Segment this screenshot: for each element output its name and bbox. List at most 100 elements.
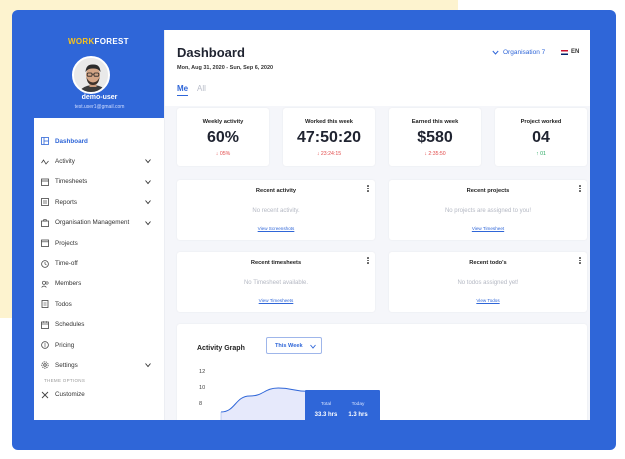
tooltip-total: Total 33.3 hrs	[311, 402, 341, 418]
sidebar-item-activity[interactable]: Activity	[34, 151, 164, 171]
date-range[interactable]: Mon, Aug 31, 2020 - Sun, Sep 6, 2020	[177, 65, 273, 71]
stat-delta: ↓ 05%	[215, 151, 231, 157]
timesheets-icon	[40, 177, 50, 187]
sidebar-item-label: Settings	[55, 361, 78, 369]
more-menu-icon[interactable]	[366, 184, 370, 193]
avatar-portrait	[74, 58, 108, 92]
settings-icon	[40, 360, 50, 370]
widget-title: Recent activity	[255, 188, 297, 194]
sidebar-item-label: Organisation Management	[55, 219, 130, 227]
more-menu-icon[interactable]	[366, 256, 370, 265]
pricing-icon	[40, 340, 50, 350]
activity-chart	[220, 387, 308, 420]
tooltip-total-value: 33.3 hrs	[314, 412, 338, 418]
sidebar-item-label: Timesheets	[55, 178, 88, 186]
tooltip-today: Today 1.3 hrs	[343, 402, 373, 418]
time-off-icon	[40, 259, 50, 269]
stat-title: Worked this week	[305, 119, 353, 125]
logo-part-work: WORK	[68, 37, 95, 46]
tooltip-total-label: Total	[320, 402, 332, 407]
todos-icon	[40, 299, 50, 309]
flag-icon[interactable]	[561, 50, 568, 55]
widget-title: Recent timesheets	[250, 260, 302, 266]
stat-title: Earned this week	[411, 119, 459, 125]
more-menu-icon[interactable]	[578, 184, 582, 193]
organisation-name: Organisation 7	[503, 49, 546, 56]
sidebar-item-members[interactable]: Members	[34, 274, 164, 294]
chevron-down-icon	[145, 220, 151, 225]
sidebar-item-label: Todos	[55, 300, 72, 308]
sidebar-item-dashboard[interactable]: Dashboard	[34, 131, 164, 151]
view-todos-link[interactable]: View Todos	[389, 298, 587, 303]
stat-title: Weekly activity	[202, 119, 244, 125]
stat-delta: ↓ 2:35:50	[424, 151, 446, 157]
user-name: demo-user	[81, 94, 118, 101]
schedules-icon	[40, 320, 50, 330]
language-selector[interactable]: EN	[571, 49, 579, 55]
sidebar-item-pricing[interactable]: Pricing	[34, 335, 164, 355]
tab-me[interactable]: Me	[177, 84, 189, 96]
page-title: Dashboard	[177, 45, 245, 60]
sidebar-item-reports[interactable]: Reports	[34, 192, 164, 212]
stat-value: 47:50:20	[296, 129, 362, 146]
chevron-down-icon	[145, 200, 151, 205]
chevron-down-icon	[492, 50, 499, 55]
projects-icon	[40, 238, 50, 248]
briefcase-icon	[40, 218, 50, 228]
widget-title: Recent projects	[466, 188, 510, 194]
view-screenshots-link[interactable]: View Screenshots	[177, 226, 375, 231]
stat-value: 04	[532, 129, 550, 146]
stat-card-worked-this-week: Worked this week 47:50:20 ↓ 23:24:15	[283, 108, 375, 166]
page-header: Dashboard Mon, Aug 31, 2020 - Sun, Sep 6…	[165, 30, 590, 106]
chevron-down-icon	[145, 363, 151, 368]
sidebar-item-label: Dashboard	[55, 137, 88, 145]
widget-empty-message: No projects are assigned to you!	[444, 208, 532, 214]
sidebar-item-projects[interactable]: Projects	[34, 233, 164, 253]
widget-empty-message: No recent activity.	[252, 208, 300, 214]
workforest-logo[interactable]: WORKFOREST	[68, 37, 129, 46]
activity-area	[221, 388, 307, 420]
widget-empty-message: No todos assigned yet!	[457, 280, 519, 286]
stat-value: $580	[417, 129, 453, 146]
sidebar: WORKFOREST demo-user test.user1@gmail.co…	[34, 30, 165, 420]
organisation-selector[interactable]: Organisation 7	[492, 49, 545, 56]
screenshot-stage: WORKFOREST demo-user test.user1@gmail.co…	[0, 0, 625, 459]
sidebar-item-label: Reports	[55, 198, 78, 206]
reports-icon	[40, 197, 50, 207]
theme-options-label: THEME OPTIONS	[44, 377, 86, 383]
stat-card-weekly-activity: Weekly activity 60% ↓ 05%	[177, 108, 269, 166]
chart-tooltip: Total 33.3 hrs Today 1.3 hrs	[305, 390, 380, 420]
view-timesheet-link[interactable]: View Timesheet	[389, 226, 587, 231]
sidebar-item-settings[interactable]: Settings	[34, 355, 164, 375]
app-window: WORKFOREST demo-user test.user1@gmail.co…	[34, 30, 590, 420]
stat-title: Project worked	[520, 119, 562, 125]
widget-recent-timesheets: Recent timesheets No Timesheet available…	[177, 252, 375, 312]
sidebar-item-todos[interactable]: Todos	[34, 294, 164, 314]
activity-graph-card: Activity Graph This Week 12 10 8 Total 3…	[177, 324, 587, 420]
tooltip-today-value: 1.3 hrs	[348, 412, 368, 418]
sidebar-item-label: Projects	[55, 239, 78, 247]
stat-delta: ↓ 23:24:15	[316, 151, 342, 157]
sidebar-item-customize[interactable]: Customize	[34, 385, 164, 405]
widget-recent-activity: Recent activity No recent activity. View…	[177, 180, 375, 240]
more-menu-icon[interactable]	[578, 256, 582, 265]
stat-value: 60%	[206, 129, 240, 146]
sidebar-header: WORKFOREST demo-user test.user1@gmail.co…	[34, 30, 164, 118]
main-content: Dashboard Mon, Aug 31, 2020 - Sun, Sep 6…	[165, 30, 590, 420]
tab-all[interactable]: All	[197, 84, 206, 93]
view-timesheets-link[interactable]: View Timesheets	[177, 298, 375, 303]
sidebar-item-schedules[interactable]: Schedules	[34, 315, 164, 335]
sidebar-item-label: Schedules	[55, 321, 85, 329]
sidebar-item-time-off[interactable]: Time-off	[34, 253, 164, 273]
sidebar-item-organisation-management[interactable]: Organisation Management	[34, 213, 164, 233]
sidebar-item-label: Customize	[55, 391, 85, 399]
logo-part-forest: FOREST	[94, 37, 129, 46]
sidebar-item-label: Activity	[55, 158, 75, 166]
sidebar-item-label: Members	[55, 280, 82, 288]
dashboard-icon	[40, 136, 50, 146]
sidebar-item-timesheets[interactable]: Timesheets	[34, 172, 164, 192]
avatar[interactable]	[72, 56, 110, 94]
tooltip-today-label: Today	[351, 402, 365, 407]
chevron-down-icon	[145, 159, 151, 164]
widget-recent-todos: Recent todo's No todos assigned yet! Vie…	[389, 252, 587, 312]
